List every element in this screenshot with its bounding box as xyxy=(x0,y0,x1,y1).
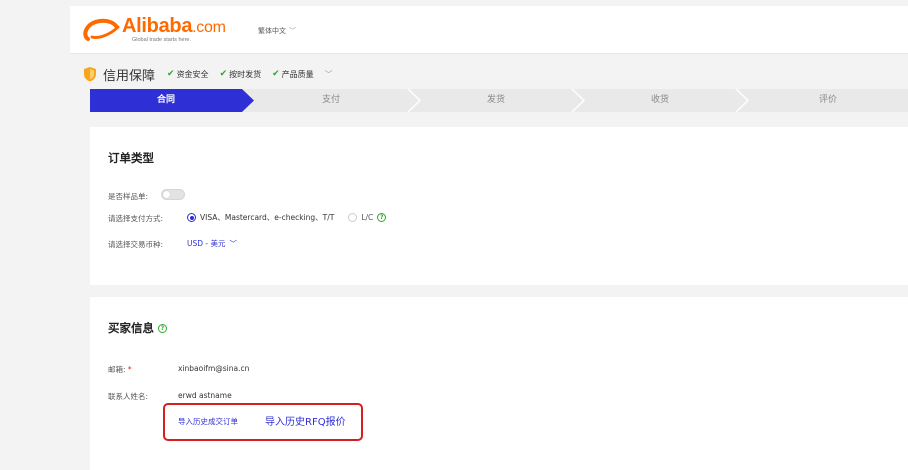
check-icon: ✔ xyxy=(219,69,228,79)
step-receive[interactable]: 收货 xyxy=(584,89,736,112)
currency-value: USD - 美元 xyxy=(187,239,226,248)
help-icon[interactable]: ? xyxy=(377,213,387,222)
chevron-down-icon: ﹀ xyxy=(289,27,296,35)
help-icon[interactable]: ? xyxy=(158,323,167,333)
required-mark: * xyxy=(127,365,132,374)
language-selector[interactable]: 繁体中文 ﹀ xyxy=(258,26,296,36)
credit-expand-chevron-icon[interactable]: ﹀ xyxy=(325,69,333,80)
credit-tag-funds: ✔ 资金安全 xyxy=(167,69,209,79)
step-contract[interactable]: 合同 xyxy=(90,89,242,112)
contact-name-value: erwd astname xyxy=(178,391,232,400)
logo-dotcom: .com xyxy=(192,19,226,37)
step-review[interactable]: 评价 xyxy=(748,89,908,112)
sample-order-toggle[interactable] xyxy=(161,189,185,200)
credit-guarantee-row: 信用保障 ✔ 资金安全 ✔ 按时发货 ✔ 产品质量 ﹀ xyxy=(83,64,333,84)
payment-radio-card[interactable] xyxy=(187,213,196,222)
step-payment[interactable]: 支付 xyxy=(254,89,408,112)
step-shipping[interactable]: 发货 xyxy=(420,89,572,112)
order-steps-bar: 合同 支付 发货 收货 评价 xyxy=(90,89,908,112)
alibaba-logo[interactable]: Alibaba.com Global trade starts here. xyxy=(82,14,226,46)
order-type-title: 订单类型 xyxy=(108,151,154,165)
check-icon: ✔ xyxy=(167,69,175,79)
credit-tag-shipping: ✔ 按时发货 xyxy=(219,69,262,79)
buyer-info-heading: 买家信息 ? xyxy=(108,320,167,336)
credit-shield-icon xyxy=(84,67,96,82)
currency-label: 请选择交易币种: xyxy=(108,240,164,249)
import-rfq-quote-link[interactable]: 导入历史RFQ报价 xyxy=(265,413,346,428)
logo-tagline: Global trade starts here. xyxy=(132,37,192,44)
logo-brand: Alibaba xyxy=(122,15,193,38)
alibaba-swoosh-icon xyxy=(83,18,120,41)
payment-option-card-label: VISA、Mastercard、e-checking、T/T xyxy=(200,213,335,222)
top-header: Alibaba.com Global trade starts here. 繁体… xyxy=(70,6,908,54)
credit-tag-quality: ✔ 产品质量 xyxy=(272,69,314,79)
payment-radio-lc[interactable] xyxy=(348,213,358,222)
email-value: xinbaoifm@sina.cn xyxy=(178,364,250,373)
chevron-down-icon: ﹀ xyxy=(229,239,238,248)
payment-method-label: 请选择支付方式: xyxy=(108,214,164,223)
check-icon: ✔ xyxy=(272,69,280,79)
payment-option-lc-label: L/C xyxy=(361,213,374,222)
currency-dropdown[interactable]: USD - 美元 ﹀ xyxy=(187,238,237,249)
buyer-info-card: 买家信息 ? 邮箱: * xinbaoifm@sina.cn 联系人姓名: er… xyxy=(90,297,908,470)
sample-order-label: 是否样品单: xyxy=(108,192,149,201)
email-label: 邮箱: * xyxy=(108,365,132,374)
import-history-order-link[interactable]: 导入历史成交订单 xyxy=(178,416,238,427)
order-type-card: 订单类型 是否样品单: 请选择支付方式: VISA、Mastercard、e-c… xyxy=(90,127,908,285)
language-label: 繁体中文 xyxy=(258,27,286,35)
buyer-info-title: 买家信息 xyxy=(108,321,154,335)
contact-name-label: 联系人姓名: xyxy=(108,392,149,401)
credit-title: 信用保障 xyxy=(103,68,156,84)
